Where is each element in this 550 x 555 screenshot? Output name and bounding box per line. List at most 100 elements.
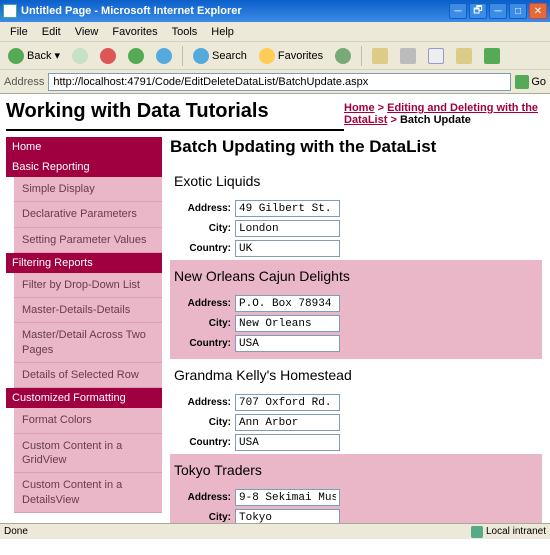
toolbar-sep [182,46,183,66]
nav-master-details-details[interactable]: Master-Details-Details [14,298,162,323]
breadcrumb-current: Batch Update [400,114,471,126]
toolbar: Back ▾ Search Favorites [0,42,550,70]
nav-simple-display[interactable]: Simple Display [14,177,162,202]
refresh-button[interactable] [124,46,148,66]
home-icon [156,48,172,64]
nav-format-colors[interactable]: Format Colors [14,408,162,433]
main: Batch Updating with the DataList Exotic … [170,137,544,539]
messenger-button[interactable] [480,46,504,66]
maximize-button[interactable]: □ [509,3,527,19]
nav-setting-parameter-values[interactable]: Setting Parameter Values [14,228,162,253]
status-text: Done [4,526,28,537]
address-field-label: Address: [170,492,235,503]
favorites-button[interactable]: Favorites [255,46,327,66]
city-field-label: City: [170,512,235,523]
app-icon [3,4,17,18]
zone-icon [471,526,483,538]
country-field-label: Country: [170,437,235,448]
discuss-button[interactable] [452,46,476,66]
content-viewport: Working with Data Tutorials Home > Editi… [0,94,550,539]
window-titlebar: Untitled Page - Microsoft Internet Explo… [0,0,550,22]
edit-icon [428,48,444,64]
zone-label: Local intranet [486,526,546,537]
go-button[interactable]: Go [515,75,546,89]
city-field[interactable] [235,414,340,431]
city-field[interactable] [235,315,340,332]
search-icon [193,48,209,64]
minimize-button[interactable]: ─ [449,3,467,19]
back-icon [8,48,24,64]
supplier-block: New Orleans Cajun Delights Address: City… [170,260,542,359]
page-scroll[interactable]: Working with Data Tutorials Home > Editi… [0,94,550,539]
menu-edit[interactable]: Edit [36,24,67,40]
history-button[interactable] [331,46,355,66]
stop-icon [100,48,116,64]
supplier-name: Tokyo Traders [170,456,542,486]
country-field[interactable] [235,335,340,352]
address-field-label: Address: [170,298,235,309]
nav-details-selected-row[interactable]: Details of Selected Row [14,363,162,388]
supplier-block: Grandma Kelly's Homestead Address: City:… [170,361,542,451]
city-field-label: City: [170,318,235,329]
mail-icon [372,48,388,64]
edit-button[interactable] [424,46,448,66]
back-button[interactable]: Back ▾ [4,46,64,66]
messenger-icon [484,48,500,64]
page-heading: Batch Updating with the DataList [170,137,542,157]
address-field[interactable] [235,394,340,411]
search-button[interactable]: Search [189,46,251,66]
breadcrumb-home[interactable]: Home [344,102,375,114]
mail-button[interactable] [368,46,392,66]
print-icon [400,48,416,64]
go-label: Go [531,76,546,88]
address-field-label: Address: [170,397,235,408]
supplier-name: Grandma Kelly's Homestead [170,361,542,391]
address-field[interactable] [235,489,340,506]
menu-file[interactable]: File [4,24,34,40]
security-zone: Local intranet [471,526,546,538]
nav-filtering-reports[interactable]: Filtering Reports [6,253,162,273]
stop-button[interactable] [96,46,120,66]
minimize2-button[interactable]: ─ [489,3,507,19]
address-field[interactable] [235,200,340,217]
nav-filter-dropdown[interactable]: Filter by Drop-Down List [14,273,162,298]
forward-icon [72,48,88,64]
back-label: Back [27,50,51,62]
nav-declarative-parameters[interactable]: Declarative Parameters [14,202,162,227]
city-field[interactable] [235,220,340,237]
search-label: Search [212,50,247,62]
home-button[interactable] [152,46,176,66]
address-field-label: Address: [170,203,235,214]
supplier-name: Exotic Liquids [170,167,542,197]
nav-master-detail-two-pages[interactable]: Master/Detail Across Two Pages [14,323,162,363]
close-button[interactable]: ✕ [529,3,547,19]
address-input[interactable] [48,73,511,91]
menubar: File Edit View Favorites Tools Help [0,22,550,42]
city-field-label: City: [170,417,235,428]
country-field-label: Country: [170,243,235,254]
country-field[interactable] [235,240,340,257]
address-field[interactable] [235,295,340,312]
history-icon [335,48,351,64]
menu-tools[interactable]: Tools [166,24,204,40]
supplier-block: Exotic Liquids Address: City: Country: [170,167,542,257]
menu-help[interactable]: Help [205,24,240,40]
favorites-icon [259,48,275,64]
nav-custom-content-gridview[interactable]: Custom Content in a GridView [14,434,162,474]
restore-button[interactable]: 🗗 [469,3,487,19]
menu-favorites[interactable]: Favorites [106,24,163,40]
toolbar-sep2 [361,46,362,66]
nav-basic-reporting[interactable]: Basic Reporting [6,157,162,177]
menu-view[interactable]: View [69,24,105,40]
discuss-icon [456,48,472,64]
nav-customized-formatting[interactable]: Customized Formatting [6,388,162,408]
refresh-icon [128,48,144,64]
nav-home[interactable]: Home [6,137,162,157]
country-field-label: Country: [170,338,235,349]
city-field-label: City: [170,223,235,234]
nav-custom-content-detailsview[interactable]: Custom Content in a DetailsView [14,473,162,513]
print-button[interactable] [396,46,420,66]
forward-button[interactable] [68,46,92,66]
country-field[interactable] [235,434,340,451]
breadcrumb: Home > Editing and Deleting with the Dat… [344,96,544,133]
